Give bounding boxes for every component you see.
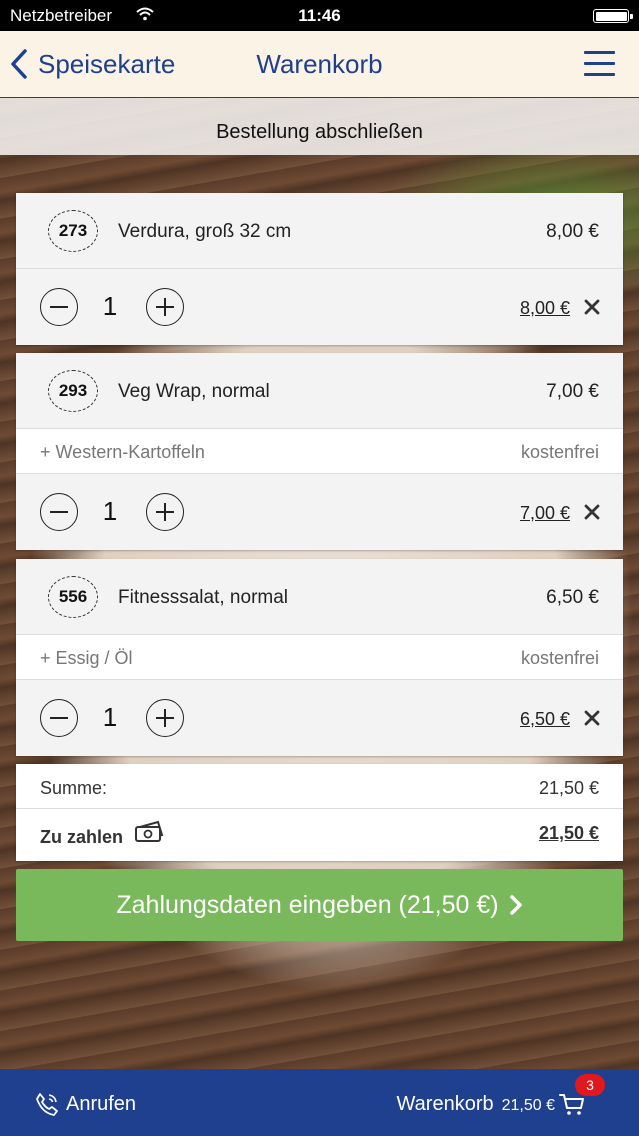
extra-row: + Western-Kartoffeln kostenfrei [16,429,623,474]
item-name: Fitnesssalat, normal [118,587,289,608]
cart-item: 556 Fitnesssalat, normal 6,50 € + Essig … [16,559,623,756]
item-price: 7,00 € [546,381,599,402]
item-row: 273 Verdura, groß 32 cm 8,00 € [16,193,623,269]
subtotal-value: 21,50 € [538,778,599,798]
quantity-value: 1 [102,291,118,321]
section-title: Bestellung abschließen [0,98,639,155]
call-button[interactable]: Anrufen [34,1091,136,1117]
subtotal-label: Summe: [40,778,108,798]
phone-icon [36,1093,58,1116]
line-total: 6,50 € [519,709,570,729]
increase-quantity-button[interactable] [146,493,184,531]
increase-quantity-button[interactable] [146,288,184,326]
shopping-cart-icon[interactable] [559,1092,585,1116]
amount-due-row: Zu zahlen 21,50 € [16,809,623,861]
navigation-bar: Speisekarte Warenkorb [0,31,639,98]
cart-item: 293 Veg Wrap, normal 7,00 € + Western-Ka… [16,353,623,550]
status-time: 11:46 [298,6,341,25]
quantity-row: 1 6,50 € [16,680,623,756]
status-bar: Netzbetreiber 11:46 [0,0,639,31]
extra-name: + Essig / Öl [40,648,133,668]
extra-price: kostenfrei [520,442,599,462]
battery-icon [593,9,633,23]
extra-price: kostenfrei [520,648,599,668]
item-price: 8,00 € [546,221,599,242]
cart-total: 21,50 € [501,1097,555,1114]
extra-name: + Western-Kartoffeln [40,442,205,462]
quantity-value: 1 [102,702,118,732]
remove-item-icon[interactable] [583,298,601,316]
decrease-quantity-button[interactable] [40,288,78,326]
item-row: 293 Veg Wrap, normal 7,00 € [16,353,623,429]
item-row: 556 Fitnesssalat, normal 6,50 € [16,559,623,635]
enter-payment-label: Zahlungsdaten eingeben (21,50 €) [116,891,499,919]
order-summary: Summe: 21,50 € Zu zahlen 21,50 € [16,764,623,861]
decrease-quantity-button[interactable] [40,699,78,737]
increase-quantity-button[interactable] [146,699,184,737]
line-total: 8,00 € [519,298,570,318]
page-title: Warenkorb [256,49,383,79]
decrease-quantity-button[interactable] [40,493,78,531]
amount-due-label: Zu zahlen [40,827,124,847]
amount-due-value: 21,50 € [538,823,599,843]
cart-label: Warenkorb [396,1093,494,1115]
item-number-badge: 273 [48,210,98,252]
item-name: Verdura, groß 32 cm [118,221,292,242]
quantity-value: 1 [102,496,118,526]
hamburger-menu-icon[interactable] [584,51,615,77]
subtotal-row: Summe: 21,50 € [16,764,623,809]
remove-item-icon[interactable] [583,709,601,727]
item-price: 6,50 € [546,587,599,608]
cart-button[interactable]: Warenkorb 21,50 € [397,1093,555,1116]
line-total: 7,00 € [519,503,570,523]
quantity-row: 1 8,00 € [16,269,623,345]
item-number-badge: 556 [48,576,98,618]
call-label: Anrufen [66,1092,137,1115]
money-icon [135,820,164,842]
bottom-bar: Anrufen Warenkorb 21,50 € 3 [0,1069,639,1136]
cart-count-badge: 3 [575,1074,605,1096]
quantity-row: 1 7,00 € [16,474,623,550]
enter-payment-button[interactable]: Zahlungsdaten eingeben (21,50 €) [16,869,623,941]
chevron-right-icon [509,895,522,915]
extra-row: + Essig / Öl kostenfrei [16,635,623,680]
item-name: Veg Wrap, normal [118,381,270,402]
remove-item-icon[interactable] [583,503,601,521]
cart-item: 273 Verdura, groß 32 cm 8,00 € 1 8,00 € [16,193,623,345]
item-number-badge: 293 [48,370,98,412]
